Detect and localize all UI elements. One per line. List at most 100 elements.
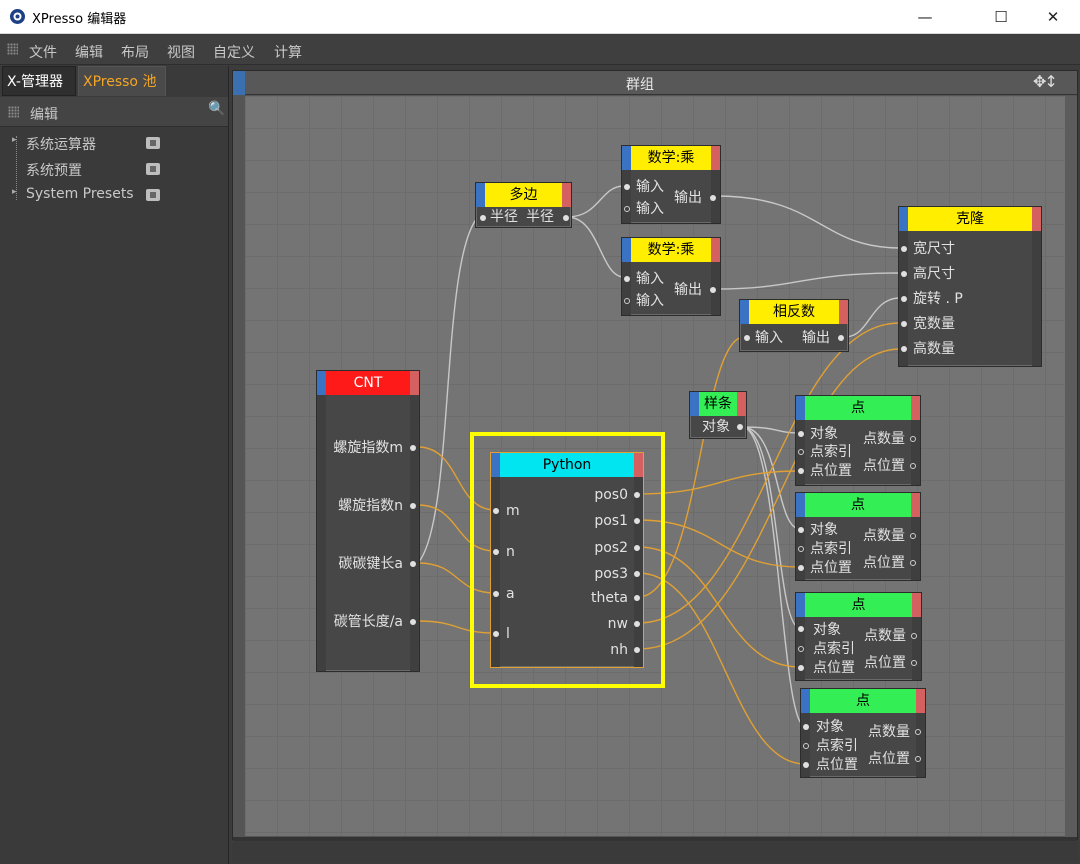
input-port[interactable]: [624, 298, 630, 304]
close-button[interactable]: ✕: [1030, 0, 1076, 34]
output-port[interactable]: [910, 436, 916, 442]
port-label: a: [506, 586, 515, 602]
node-math-multiply[interactable]: 数学:乘 输入 输入 输出: [621, 237, 721, 316]
input-port[interactable]: [803, 762, 809, 768]
input-port[interactable]: [624, 184, 630, 190]
search-icon[interactable]: 🔍: [208, 101, 225, 117]
node-header[interactable]: CNT: [317, 371, 419, 395]
input-port[interactable]: [624, 276, 630, 282]
output-port[interactable]: [410, 561, 416, 567]
input-port[interactable]: [493, 591, 499, 597]
tab-x-manager[interactable]: X-管理器: [2, 66, 76, 96]
output-port[interactable]: [737, 424, 743, 430]
output-port[interactable]: [710, 287, 716, 293]
input-port[interactable]: [798, 527, 804, 533]
output-port[interactable]: [634, 492, 640, 498]
port-label: 点位置: [810, 463, 852, 479]
input-port[interactable]: [901, 346, 907, 352]
node-header[interactable]: 数学:乘: [622, 146, 720, 170]
menu-calculate[interactable]: 计算: [274, 42, 302, 62]
node-python[interactable]: Python m n a l pos0 pos1 pos2 pos3 theta…: [490, 452, 644, 668]
input-port[interactable]: [493, 508, 499, 514]
grip-icon[interactable]: [8, 106, 19, 118]
menu-file[interactable]: 文件: [29, 42, 57, 62]
node-point[interactable]: 点 对象 点索引 点位置 点数量 点位置: [795, 592, 922, 681]
output-port[interactable]: [634, 621, 640, 627]
input-port[interactable]: [901, 296, 907, 302]
input-port[interactable]: [803, 743, 809, 749]
tree-item-system-presets[interactable]: ▸ System Presets: [12, 184, 212, 208]
node-header[interactable]: 数学:乘: [622, 238, 720, 262]
menu-layout[interactable]: 布局: [121, 42, 149, 62]
output-port[interactable]: [710, 195, 716, 201]
output-port[interactable]: [910, 463, 916, 469]
input-port[interactable]: [798, 546, 804, 552]
tree-item-system-operators[interactable]: ▸ 系统运算器: [12, 132, 212, 156]
output-port[interactable]: [410, 503, 416, 509]
node-math-multiply[interactable]: 数学:乘 输入 输入 输出: [621, 145, 721, 224]
panel-edit-menu[interactable]: 编辑: [30, 104, 58, 124]
menu-custom[interactable]: 自定义: [213, 42, 255, 62]
output-port[interactable]: [410, 619, 416, 625]
output-port[interactable]: [634, 545, 640, 551]
node-header[interactable]: Python: [491, 453, 643, 477]
minimize-button[interactable]: —: [902, 0, 948, 34]
input-port[interactable]: [803, 724, 809, 730]
group-right-edge: [1065, 96, 1077, 840]
node-point[interactable]: 点 对象 点索引 点位置 点数量 点位置: [800, 688, 926, 778]
tab-xpresso-pool[interactable]: XPresso 池: [78, 66, 166, 96]
node-cloner[interactable]: 克隆 宽尺寸 高尺寸 旋转 . P 宽数量 高数量: [898, 206, 1042, 367]
output-port[interactable]: [634, 571, 640, 577]
output-port[interactable]: [563, 215, 569, 221]
output-port[interactable]: [910, 533, 916, 539]
node-cnt[interactable]: CNT 螺旋指数m 螺旋指数n 碳碳键长a 碳管长度/a: [316, 370, 420, 672]
node-header[interactable]: 样条: [690, 392, 746, 416]
node-header[interactable]: 点: [801, 689, 925, 713]
expand-triangle-icon[interactable]: ▸: [12, 135, 17, 145]
output-port[interactable]: [915, 756, 921, 762]
input-port[interactable]: [798, 646, 804, 652]
input-port[interactable]: [493, 549, 499, 555]
input-port[interactable]: [480, 215, 486, 221]
output-port[interactable]: [634, 647, 640, 653]
input-port[interactable]: [798, 449, 804, 455]
input-port[interactable]: [493, 631, 499, 637]
input-port[interactable]: [798, 431, 804, 437]
input-port[interactable]: [798, 468, 804, 474]
tree-item-system-presets-cn[interactable]: 系统预置: [12, 158, 212, 182]
node-polygon[interactable]: 多边 半径 半径: [475, 182, 572, 228]
output-port[interactable]: [911, 660, 917, 666]
output-port[interactable]: [910, 560, 916, 566]
output-port[interactable]: [838, 335, 844, 341]
menu-view[interactable]: 视图: [167, 42, 195, 62]
maximize-button[interactable]: ☐: [978, 0, 1024, 34]
node-point[interactable]: 点 对象 点索引 点位置 点数量 点位置: [795, 395, 921, 486]
node-invert[interactable]: 相反数 输入 输出: [739, 299, 849, 352]
node-header[interactable]: 克隆: [899, 207, 1041, 231]
node-point[interactable]: 点 对象 点索引 点位置 点数量 点位置: [795, 492, 921, 581]
output-port[interactable]: [911, 633, 917, 639]
input-port[interactable]: [744, 335, 750, 341]
input-port[interactable]: [798, 565, 804, 571]
node-spline[interactable]: 样条 对象: [689, 391, 747, 439]
input-port[interactable]: [901, 246, 907, 252]
output-port[interactable]: [410, 445, 416, 451]
node-header[interactable]: 多边: [476, 183, 571, 207]
input-port[interactable]: [624, 206, 630, 212]
node-header[interactable]: 相反数: [740, 300, 848, 324]
move-resize-icon[interactable]: ✥↕: [1033, 72, 1058, 91]
grip-icon[interactable]: [7, 43, 18, 55]
output-port[interactable]: [634, 595, 640, 601]
output-port[interactable]: [915, 729, 921, 735]
group-header[interactable]: 群组 ✥↕: [233, 71, 1077, 95]
output-port[interactable]: [634, 518, 640, 524]
node-header[interactable]: 点: [796, 396, 920, 420]
input-port[interactable]: [901, 271, 907, 277]
input-port[interactable]: [901, 321, 907, 327]
menu-edit[interactable]: 编辑: [75, 42, 103, 62]
input-port[interactable]: [798, 665, 804, 671]
node-header[interactable]: 点: [796, 493, 920, 517]
node-header[interactable]: 点: [796, 593, 921, 617]
expand-triangle-icon[interactable]: ▸: [12, 187, 17, 197]
input-port[interactable]: [798, 626, 804, 632]
